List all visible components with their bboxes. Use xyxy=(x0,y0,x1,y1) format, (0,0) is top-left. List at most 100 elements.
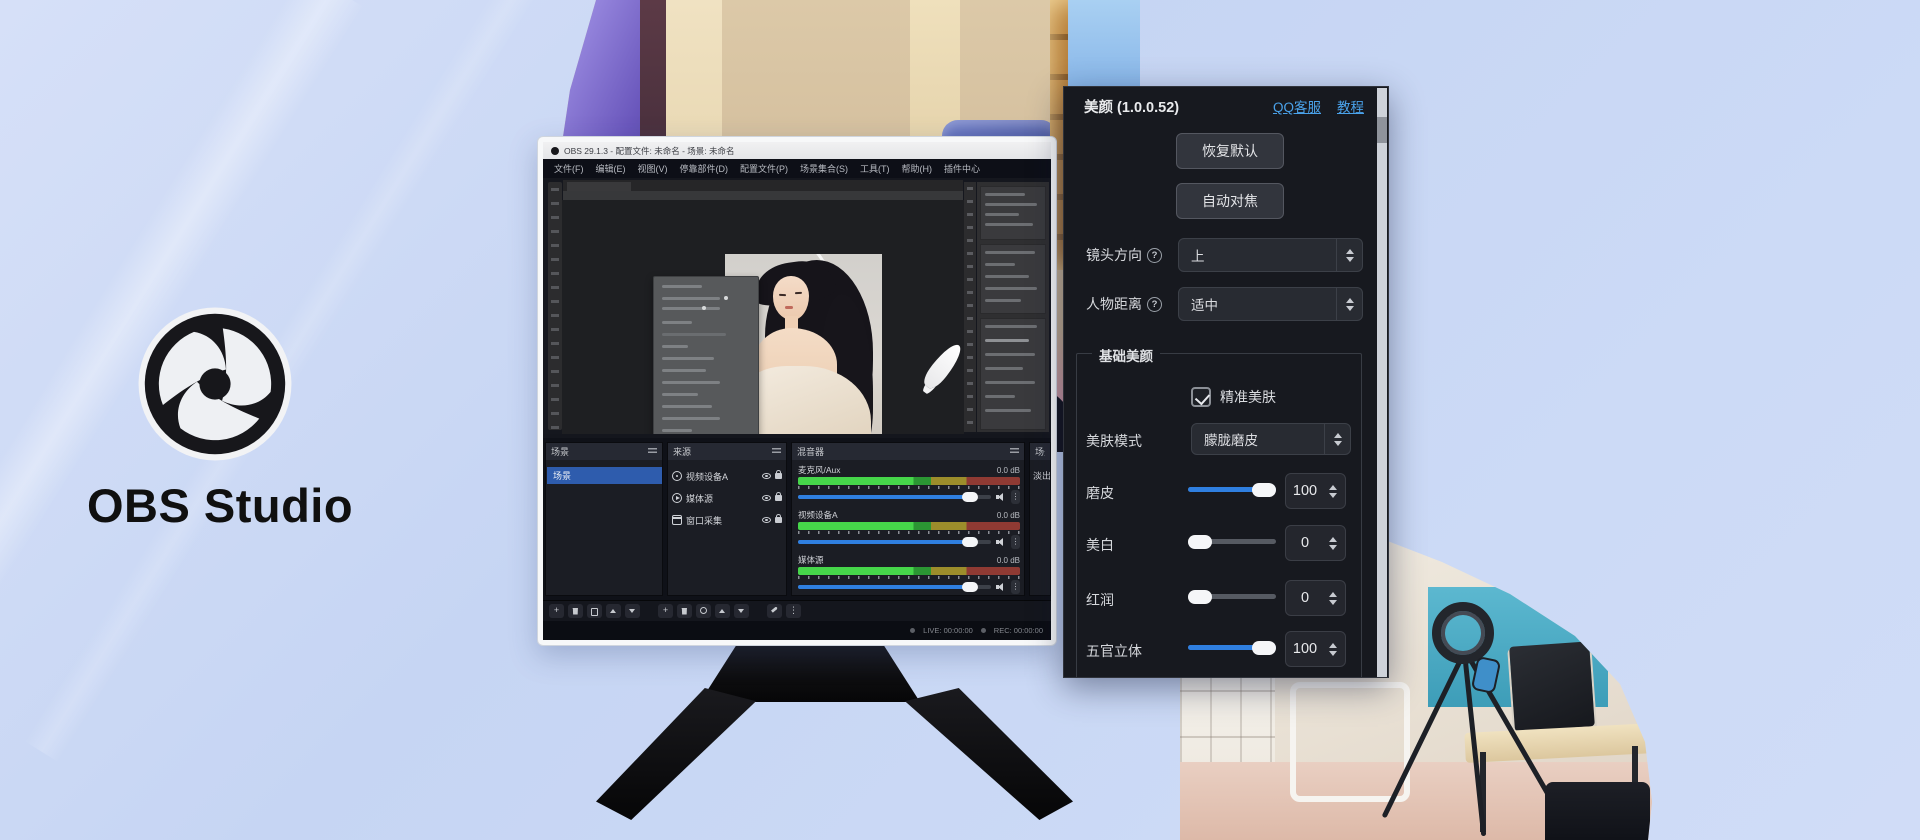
mixer-edit-button[interactable] xyxy=(767,604,782,618)
channel-options-icon[interactable]: ⋮ xyxy=(1011,580,1020,594)
menu-file[interactable]: 文件(F) xyxy=(549,160,589,177)
menu-profile[interactable]: 配置文件(P) xyxy=(735,160,793,177)
panel-scrollbar[interactable] xyxy=(1377,88,1387,678)
visibility-icon[interactable] xyxy=(762,495,771,501)
source-row[interactable]: 窗口采集 xyxy=(672,511,784,529)
scene-list-item[interactable]: 场景 xyxy=(547,467,662,484)
panel-scrollbar-thumb[interactable] xyxy=(1377,117,1387,143)
spinner-icon[interactable] xyxy=(1324,537,1342,550)
speaker-icon[interactable] xyxy=(996,583,1006,591)
editor-canvas xyxy=(562,200,964,434)
add-scene-button[interactable]: + xyxy=(549,604,564,618)
autofocus-button[interactable]: 自动对焦 xyxy=(1176,183,1284,219)
transition-value[interactable]: 淡出 xyxy=(1033,469,1051,482)
move-scene-up-button[interactable] xyxy=(606,604,621,618)
mixer-options-button[interactable]: ⋮ xyxy=(786,604,801,618)
menu-help[interactable]: 帮助(H) xyxy=(897,160,938,177)
move-source-up-button[interactable] xyxy=(715,604,730,618)
restore-defaults-button[interactable]: 恢复默认 xyxy=(1176,133,1284,169)
editor-tab-bar xyxy=(563,180,963,191)
move-scene-down-button[interactable] xyxy=(625,604,640,618)
dock-menu-icon[interactable] xyxy=(772,448,781,455)
speaker-icon[interactable] xyxy=(996,538,1006,546)
visibility-icon[interactable] xyxy=(762,517,771,523)
spinner-icon[interactable] xyxy=(1324,643,1342,656)
monitor-stand-leg-right xyxy=(905,688,1073,820)
channel-options-icon[interactable]: ⋮ xyxy=(1011,490,1020,504)
remove-source-button[interactable] xyxy=(677,604,692,618)
checkbox-icon[interactable] xyxy=(1191,387,1211,407)
chevron-updown-icon[interactable] xyxy=(1336,239,1362,271)
page: { "branding": { "app_name": "OBS Studio"… xyxy=(0,0,1920,840)
lock-icon[interactable] xyxy=(775,517,782,523)
lens-direction-select[interactable]: 上 xyxy=(1178,238,1363,272)
whitening-slider[interactable] xyxy=(1188,539,1276,544)
lock-icon[interactable] xyxy=(775,473,782,479)
chevron-updown-icon[interactable] xyxy=(1336,288,1362,320)
face-3d-value[interactable]: 100 xyxy=(1285,631,1346,667)
move-source-down-button[interactable] xyxy=(734,604,749,618)
volume-slider[interactable] xyxy=(798,495,991,499)
qq-support-link[interactable]: QQ客服 xyxy=(1273,96,1321,116)
volume-meter xyxy=(798,567,1020,575)
media-icon xyxy=(672,493,682,503)
skin-mode-select[interactable]: 朦胧磨皮 xyxy=(1191,423,1351,455)
volume-meter xyxy=(798,522,1020,530)
pc-tower xyxy=(1545,782,1650,840)
visibility-icon[interactable] xyxy=(762,473,771,479)
tutorial-link[interactable]: 教程 xyxy=(1337,96,1364,116)
chevron-updown-icon[interactable] xyxy=(1324,424,1350,454)
live-time: LIVE: 00:00:00 xyxy=(923,626,973,635)
volume-slider[interactable] xyxy=(798,585,991,589)
person-distance-select[interactable]: 适中 xyxy=(1178,287,1363,321)
volume-slider[interactable] xyxy=(798,540,991,544)
face-3d-slider[interactable] xyxy=(1188,645,1276,650)
remove-scene-button[interactable] xyxy=(568,604,583,618)
precise-skin-checkbox-row[interactable]: 精准美肤 xyxy=(1191,387,1276,407)
stream-status-icon xyxy=(910,628,915,633)
rosy-slider[interactable] xyxy=(1188,594,1276,599)
add-source-button[interactable]: + xyxy=(658,604,673,618)
studio-desk xyxy=(1464,723,1655,763)
dock-toolbar: + + ⋮ xyxy=(543,600,1051,620)
mixer-dock: 混音器 麦克风/Aux0.0 dB ⋮ 视频设备A0.0 dB ⋮ xyxy=(791,442,1025,596)
source-row[interactable]: 视频设备A xyxy=(672,467,784,485)
rosy-value[interactable]: 0 xyxy=(1285,580,1346,616)
menu-tools[interactable]: 工具(T) xyxy=(855,160,895,177)
source-row[interactable]: 媒体源 xyxy=(672,489,784,507)
spinner-icon[interactable] xyxy=(1324,592,1342,605)
rosy-label: 红润 xyxy=(1086,590,1114,610)
mixer-dock-title: 混音器 xyxy=(797,445,824,458)
obs-menu-bar: 文件(F) 编辑(E) 视图(V) 停靠部件(D) 配置文件(P) 场景集合(S… xyxy=(543,159,1051,178)
channel-options-icon[interactable]: ⋮ xyxy=(1011,535,1020,549)
skin-mode-label: 美肤模式 xyxy=(1086,431,1142,451)
obs-title-bar: OBS 29.1.3 - 配置文件: 未命名 - 场景: 未命名 xyxy=(543,142,1051,159)
dock-menu-icon[interactable] xyxy=(1010,448,1019,455)
menu-edit[interactable]: 编辑(E) xyxy=(591,160,631,177)
mixer-channel: 视频设备A0.0 dB ⋮ xyxy=(798,509,1020,553)
editor-panels xyxy=(977,182,1049,432)
menu-scene-collection[interactable]: 场景集合(S) xyxy=(795,160,853,177)
window-icon xyxy=(672,515,682,525)
sources-dock: 来源 视频设备A 媒体源 xyxy=(667,442,787,596)
whitening-value[interactable]: 0 xyxy=(1285,525,1346,561)
smoothing-slider[interactable] xyxy=(1188,487,1276,492)
obs-status-bar: LIVE: 00:00:00 REC: 00:00:00 xyxy=(543,621,1051,640)
menu-plugin-center[interactable]: 插件中心 xyxy=(939,160,985,177)
smoothing-label: 磨皮 xyxy=(1086,483,1114,503)
help-icon[interactable]: ? xyxy=(1147,297,1162,312)
source-properties-button[interactable] xyxy=(696,604,711,618)
help-icon[interactable]: ? xyxy=(1147,248,1162,263)
duplicate-scene-button[interactable] xyxy=(587,604,602,618)
speaker-icon[interactable] xyxy=(996,493,1006,501)
lock-icon[interactable] xyxy=(775,495,782,501)
obs-logo-icon xyxy=(137,306,293,462)
smoothing-value[interactable]: 100 xyxy=(1285,473,1346,509)
menu-docks[interactable]: 停靠部件(D) xyxy=(675,160,734,177)
whitening-label: 美白 xyxy=(1086,535,1114,555)
beauty-plugin-panel: 美颜 (1.0.0.52) QQ客服 教程 恢复默认 自动对焦 镜头方向 ? 上… xyxy=(1063,86,1389,678)
menu-view[interactable]: 视图(V) xyxy=(633,160,673,177)
sources-dock-title: 来源 xyxy=(673,445,691,458)
dock-menu-icon[interactable] xyxy=(648,448,657,455)
spinner-icon[interactable] xyxy=(1324,485,1342,498)
